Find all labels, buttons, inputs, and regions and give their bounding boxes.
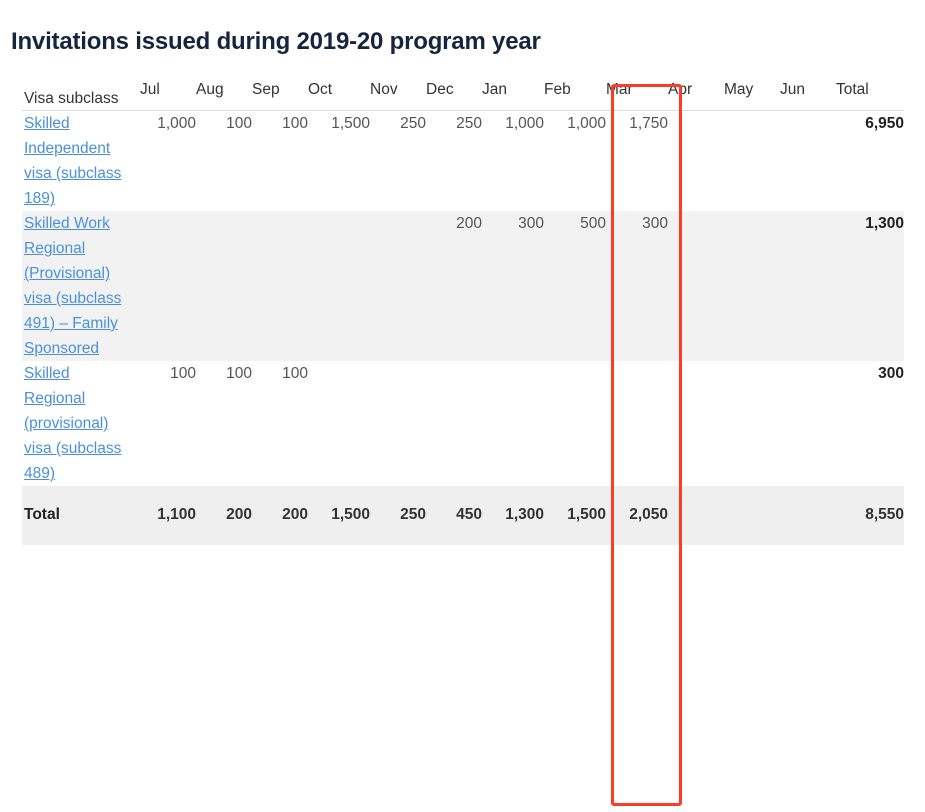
totals-cell-apr (668, 486, 724, 545)
column-header-dec: Dec (426, 78, 482, 111)
cell-aug (196, 211, 252, 361)
cell-apr (668, 361, 724, 486)
cell-sep: 100 (282, 115, 308, 132)
page-root: Invitations issued during 2019-20 progra… (0, 0, 925, 812)
cell-apr (668, 111, 724, 212)
cell-dec (426, 361, 482, 486)
cell-total: 300 (878, 365, 904, 382)
cell-sep: 100 (282, 365, 308, 382)
header-row: Visa subclass Jul Aug Sep Oct Nov Dec Ja… (22, 78, 904, 111)
visa-subclass-link[interactable]: Skilled Work Regional (Provisional) visa… (24, 215, 121, 357)
cell-sep (252, 211, 308, 361)
table-body: Skilled Independent visa (subclass 189) … (22, 111, 904, 545)
cell-nov: 250 (400, 115, 426, 132)
column-header-apr: Apr (668, 78, 724, 111)
cell-apr (668, 211, 724, 361)
cell-mar (606, 361, 668, 486)
cell-jul: 100 (170, 365, 196, 382)
cell-jan (482, 361, 544, 486)
column-header-visa-subclass: Visa subclass (22, 78, 140, 111)
totals-cell-jan: 1,300 (482, 486, 544, 545)
totals-cell-dec: 450 (426, 486, 482, 545)
cell-jan: 300 (482, 211, 544, 361)
cell-mar: 300 (606, 211, 668, 361)
column-header-nov: Nov (370, 78, 426, 111)
totals-cell-feb: 1,500 (544, 486, 606, 545)
column-header-jan: Jan (482, 78, 544, 111)
cell-dec: 200 (426, 211, 482, 361)
cell-oct (308, 211, 370, 361)
column-header-aug: Aug (196, 78, 252, 111)
table-row: Skilled Independent visa (subclass 189) … (22, 111, 904, 212)
table-header: Visa subclass Jul Aug Sep Oct Nov Dec Ja… (22, 78, 904, 111)
column-header-feb: Feb (544, 78, 606, 111)
totals-cell-jul: 1,100 (140, 486, 196, 545)
column-header-jul: Jul (140, 78, 196, 111)
column-header-may: May (724, 78, 780, 111)
cell-may (724, 111, 780, 212)
cell-dec: 250 (456, 115, 482, 132)
column-header-jun: Jun (780, 78, 836, 111)
cell-jul: 1,000 (157, 115, 196, 132)
table-row: Skilled Regional (provisional) visa (sub… (22, 361, 904, 486)
cell-jun (780, 211, 836, 361)
invitations-table-container: Visa subclass Jul Aug Sep Oct Nov Dec Ja… (22, 78, 904, 545)
cell-feb: 500 (544, 211, 606, 361)
cell-aug: 100 (226, 115, 252, 132)
cell-oct (308, 361, 370, 486)
column-header-mar: Mar (606, 78, 668, 111)
cell-may (724, 211, 780, 361)
cell-may (724, 361, 780, 486)
cell-total: 6,950 (865, 115, 904, 132)
row-label-cell: Skilled Work Regional (Provisional) visa… (22, 211, 140, 361)
totals-cell-nov: 250 (370, 486, 426, 545)
cell-total: 1,300 (836, 211, 904, 361)
totals-cell-sep: 200 (252, 486, 308, 545)
cell-nov (370, 361, 426, 486)
cell-oct: 1,500 (331, 115, 370, 132)
cell-jan: 1,000 (505, 115, 544, 132)
cell-jun (780, 111, 836, 212)
cell-nov (370, 211, 426, 361)
totals-cell-may (724, 486, 780, 545)
cell-jun (780, 361, 836, 486)
totals-row: Total 1,100 200 200 1,500 250 450 1,300 … (22, 486, 904, 545)
visa-subclass-link[interactable]: Skilled Regional (provisional) visa (sub… (24, 365, 121, 482)
totals-cell-jun (780, 486, 836, 545)
column-header-oct: Oct (308, 78, 370, 111)
cell-feb (544, 361, 606, 486)
visa-subclass-link[interactable]: Skilled Independent visa (subclass 189) (24, 115, 121, 207)
row-label-cell: Skilled Regional (provisional) visa (sub… (22, 361, 140, 486)
cell-mar: 1,750 (629, 115, 668, 132)
totals-cell-oct: 1,500 (308, 486, 370, 545)
totals-cell-aug: 200 (196, 486, 252, 545)
cell-aug: 100 (226, 365, 252, 382)
row-label-cell: Skilled Independent visa (subclass 189) (22, 111, 140, 212)
page-title: Invitations issued during 2019-20 progra… (11, 28, 541, 56)
table-row: Skilled Work Regional (Provisional) visa… (22, 211, 904, 361)
invitations-table: Visa subclass Jul Aug Sep Oct Nov Dec Ja… (22, 78, 904, 545)
cell-feb: 1,000 (567, 115, 606, 132)
totals-cell-mar: 2,050 (606, 486, 668, 545)
totals-row-label: Total (22, 486, 140, 545)
column-header-sep: Sep (252, 78, 308, 111)
cell-jul (140, 211, 196, 361)
totals-cell-total: 8,550 (836, 486, 904, 545)
column-header-total: Total (836, 78, 904, 111)
